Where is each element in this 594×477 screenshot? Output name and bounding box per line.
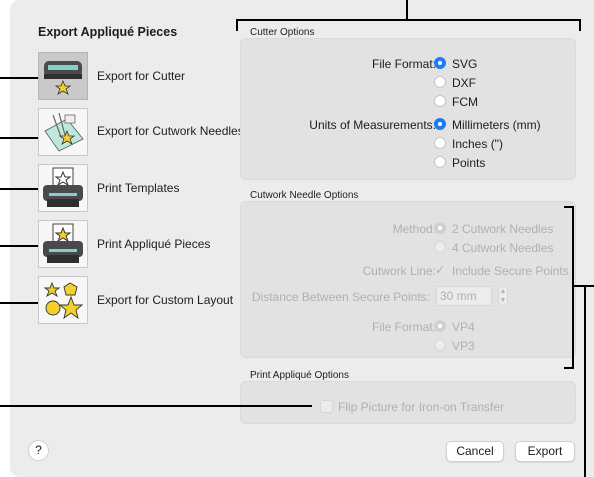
option-4-cutwork-needles-label: 4 Cutwork Needles <box>452 241 554 255</box>
callout-line-export-button <box>584 285 586 477</box>
flip-picture-label: Flip Picture for Iron-on Transfer <box>338 400 505 414</box>
option-fcm-label: FCM <box>452 95 478 109</box>
cutwork-line-label: Cutwork Line: <box>362 264 436 278</box>
help-button[interactable]: ? <box>28 440 49 461</box>
distance-between-secure-points-label: Distance Between Secure Points: <box>251 290 430 304</box>
cutter-options-title: Cutter Options <box>250 27 315 38</box>
radio-points[interactable] <box>434 156 446 168</box>
export-for-cutwork-needles-thumbnail[interactable] <box>38 108 88 156</box>
callout-line-templates <box>0 188 38 190</box>
cutwork-file-format-label: File Format: <box>371 320 436 334</box>
item-label-export-for-custom-layout[interactable]: Export for Custom Layout <box>97 293 233 307</box>
callout-line-cutter-options <box>406 0 408 20</box>
option-vp3-label: VP3 <box>452 339 475 353</box>
print-templates-thumbnail[interactable] <box>38 164 88 212</box>
radio-4-cutwork-needles[interactable] <box>434 241 446 253</box>
custom-layout-icon <box>43 281 84 320</box>
file-format-label: File Format: <box>371 57 436 71</box>
distance-stepper-icon[interactable]: ▲ ▼ <box>498 286 508 306</box>
item-label-export-for-cutter[interactable]: Export for Cutter <box>97 69 185 83</box>
callout-line-cutwork-options <box>572 285 594 287</box>
callout-line-applique <box>0 245 38 247</box>
option-points-label: Points <box>452 156 486 170</box>
radio-fcm[interactable] <box>434 95 446 107</box>
callout-bracket-cutwork-side <box>572 206 574 368</box>
radio-vp3[interactable] <box>434 339 446 351</box>
item-label-print-applique-pieces[interactable]: Print Appliqué Pieces <box>97 237 210 251</box>
print-applique-options-title: Print Appliqué Options <box>250 370 349 381</box>
radio-inches[interactable] <box>434 137 446 149</box>
callout-bracket-cutter-right <box>579 19 581 31</box>
item-label-print-templates[interactable]: Print Templates <box>97 181 179 195</box>
export-button[interactable]: Export <box>515 441 575 462</box>
callout-line-print-options <box>0 405 312 407</box>
callout-bracket-cutter-left <box>236 19 238 31</box>
units-of-measurements-label: Units of Measurements: <box>309 118 436 132</box>
printer-applique-icon <box>43 223 83 263</box>
callout-bracket-cutwork-bottom <box>564 367 574 369</box>
cancel-button[interactable]: Cancel <box>446 441 504 462</box>
radio-millimeters[interactable] <box>434 118 446 130</box>
export-for-cutter-thumbnail[interactable] <box>38 52 88 100</box>
item-label-export-for-cutwork-needles[interactable]: Export for Cutwork Needles <box>97 124 244 138</box>
callout-line-cutter <box>0 77 38 79</box>
cutwork-needle-options-title: Cutwork Needle Options <box>250 190 359 201</box>
cutter-icon <box>44 61 82 95</box>
option-vp4-label: VP4 <box>452 320 475 334</box>
printer-template-icon <box>43 167 83 207</box>
method-label: Method: <box>392 222 436 236</box>
option-2-cutwork-needles-label: 2 Cutwork Needles <box>452 222 554 236</box>
checkmark-icon[interactable]: ✓ <box>435 263 445 277</box>
option-dxf-label: DXF <box>452 76 476 90</box>
radio-2-cutwork-needles[interactable] <box>434 222 446 234</box>
flip-picture-checkbox[interactable] <box>320 400 333 413</box>
radio-dxf[interactable] <box>434 76 446 88</box>
callout-line-cutwork <box>0 137 38 139</box>
callout-bracket-cutter-top <box>236 19 580 21</box>
distance-input[interactable]: 30 mm <box>436 286 492 306</box>
radio-vp4[interactable] <box>434 320 446 332</box>
include-secure-points-label: Include Secure Points <box>452 264 569 278</box>
option-millimeters-label: Millimeters (mm) <box>452 118 541 132</box>
cutwork-needles-icon <box>44 112 84 152</box>
radio-svg[interactable] <box>434 57 446 69</box>
dialog-title: Export Appliqué Pieces <box>38 25 178 39</box>
print-applique-pieces-thumbnail[interactable] <box>38 220 88 268</box>
export-for-custom-layout-thumbnail[interactable] <box>38 276 88 324</box>
option-svg-label: SVG <box>452 57 478 71</box>
option-inches-label: Inches (") <box>452 137 503 151</box>
callout-line-custom-layout <box>0 302 38 304</box>
